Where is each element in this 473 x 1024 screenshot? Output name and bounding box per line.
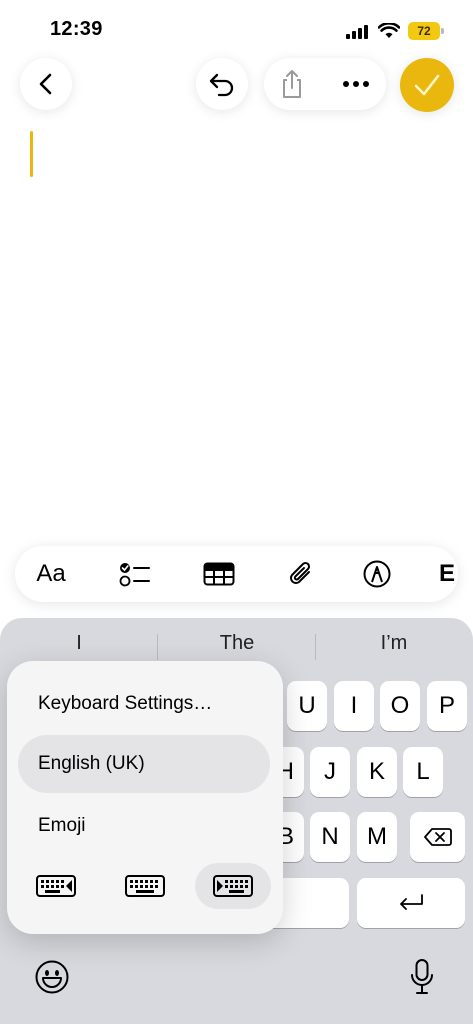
battery-tip xyxy=(441,28,444,34)
menu-item-english-uk[interactable]: English (UK) xyxy=(18,735,270,793)
checklist-button[interactable] xyxy=(117,556,153,592)
key-o[interactable]: O xyxy=(380,681,420,731)
attachment-button[interactable] xyxy=(283,556,319,592)
key-k[interactable]: K xyxy=(357,747,397,797)
battery-level: 72 xyxy=(417,24,431,38)
key-u[interactable]: U xyxy=(287,681,327,731)
markup-pen-icon xyxy=(363,560,391,588)
text-style-button[interactable]: Aa xyxy=(33,556,69,592)
suggestion-1[interactable]: I xyxy=(19,632,139,655)
paperclip-icon xyxy=(290,561,311,584)
menu-item-keyboard-settings[interactable]: Keyboard Settings… xyxy=(18,675,270,733)
cellular-signal-icon xyxy=(346,25,368,39)
checklist-icon xyxy=(119,563,150,587)
markup-button[interactable] xyxy=(359,556,395,592)
emoji-keyboard-button[interactable] xyxy=(30,955,74,999)
undo-button[interactable] xyxy=(196,58,248,110)
table-icon xyxy=(203,562,235,586)
share-button[interactable] xyxy=(278,68,306,100)
key-n[interactable]: N xyxy=(310,812,350,862)
cut-off-toolbar-item[interactable]: E xyxy=(439,556,458,592)
checkmark-icon xyxy=(414,74,440,96)
return-key[interactable] xyxy=(357,878,465,928)
suggestion-divider xyxy=(157,634,158,660)
keyboard-left-icon xyxy=(36,875,76,897)
status-bar: 12:39 72 xyxy=(0,0,473,60)
undo-icon xyxy=(209,73,234,97)
wifi-icon xyxy=(378,23,400,38)
delete-backward-icon xyxy=(423,828,452,846)
text-cursor xyxy=(30,131,33,177)
keyboard-right-mode-button[interactable] xyxy=(195,863,271,909)
keyboard-full-icon xyxy=(125,875,165,897)
table-button[interactable] xyxy=(201,556,237,592)
menu-item-emoji[interactable]: Emoji xyxy=(18,797,270,855)
key-l[interactable]: L xyxy=(403,747,443,797)
keyboard-right-icon xyxy=(213,875,253,897)
share-icon xyxy=(283,70,301,98)
emoji-face-icon xyxy=(35,960,69,994)
dictation-button[interactable] xyxy=(400,955,444,999)
status-time: 12:39 xyxy=(50,18,103,40)
key-j[interactable]: J xyxy=(310,747,350,797)
battery-indicator: 72 xyxy=(408,22,440,40)
suggestion-divider xyxy=(315,634,316,660)
share-more-group xyxy=(264,58,386,110)
formatting-toolbar: Aa E xyxy=(15,546,458,602)
keyboard-language-menu: Keyboard Settings… English (UK) Emoji xyxy=(7,661,283,934)
return-icon xyxy=(400,894,423,910)
chevron-left-icon xyxy=(39,73,52,95)
done-button[interactable] xyxy=(400,58,454,112)
delete-key[interactable] xyxy=(410,812,465,862)
ellipsis-icon xyxy=(343,81,369,87)
key-p[interactable]: P xyxy=(427,681,467,731)
key-i[interactable]: I xyxy=(334,681,374,731)
back-button[interactable] xyxy=(20,58,72,110)
keyboard-left-mode-button[interactable] xyxy=(18,863,94,909)
suggestion-2[interactable]: The xyxy=(177,632,297,655)
suggestion-3[interactable]: I’m xyxy=(334,632,454,655)
microphone-icon xyxy=(411,959,433,994)
keyboard-full-mode-button[interactable] xyxy=(107,863,183,909)
more-button[interactable] xyxy=(338,68,374,100)
key-m[interactable]: M xyxy=(357,812,397,862)
